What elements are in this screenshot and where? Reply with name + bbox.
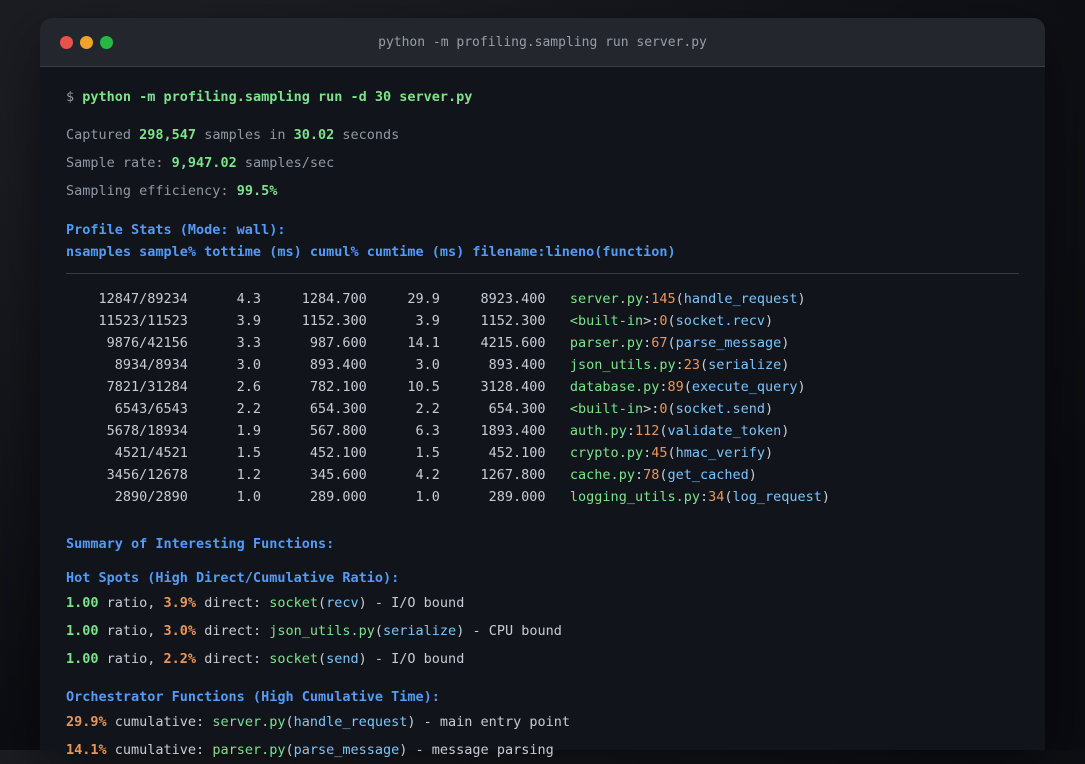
terminal-line: 7821/31284 2.6 782.100 10.5 3128.400 dat… bbox=[66, 379, 806, 395]
terminal-line: Orchestrator Functions (High Cumulative … bbox=[66, 689, 440, 705]
orchestrator-block: 29.9% cumulative: server.py(handle_reque… bbox=[66, 708, 1019, 764]
terminal-line: Profile Stats (Mode: wall): bbox=[66, 222, 286, 238]
terminal-line: $ python -m profiling.sampling run -d 30… bbox=[66, 89, 473, 105]
maximize-button[interactable] bbox=[100, 35, 113, 49]
terminal-line: Summary of Interesting Functions: bbox=[66, 536, 335, 552]
terminal-line: 9876/42156 3.3 987.600 14.1 4215.600 par… bbox=[66, 335, 790, 351]
terminal-line: 6543/6543 2.2 654.300 2.2 654.300 <built… bbox=[66, 401, 774, 417]
table-divider bbox=[66, 273, 1019, 274]
orchestrator-title-block: Orchestrator Functions (High Cumulative … bbox=[66, 686, 1019, 708]
terminal-line: Sampling efficiency: 99.5% bbox=[66, 183, 278, 199]
terminal-line: Sample rate: 9,947.02 samples/sec bbox=[66, 155, 335, 171]
terminal-line: nsamples sample% tottime (ms) cumul% cum… bbox=[66, 244, 676, 260]
terminal-line: 29.9% cumulative: server.py(handle_reque… bbox=[66, 714, 570, 730]
minimize-button[interactable] bbox=[80, 35, 93, 49]
terminal-line: 1.00 ratio, 3.9% direct: socket(recv) - … bbox=[66, 595, 465, 611]
terminal-line: 11523/11523 3.9 1152.300 3.9 1152.300 <b… bbox=[66, 313, 774, 329]
terminal-output[interactable]: $ python -m profiling.sampling run -d 30… bbox=[40, 67, 1045, 764]
window-titlebar: python -m profiling.sampling run server.… bbox=[40, 18, 1045, 67]
terminal-line: 1.00 ratio, 3.0% direct: json_utils.py(s… bbox=[66, 623, 562, 639]
window-title: python -m profiling.sampling run server.… bbox=[378, 34, 707, 50]
terminal-line: Captured 298,547 samples in 30.02 second… bbox=[66, 127, 400, 143]
terminal-line: Hot Spots (High Direct/Cumulative Ratio)… bbox=[66, 570, 400, 586]
traffic-lights bbox=[60, 18, 113, 66]
terminal-line: 8934/8934 3.0 893.400 3.0 893.400 json_u… bbox=[66, 357, 790, 373]
profile-stats-header-block: Profile Stats (Mode: wall): nsamples samp… bbox=[66, 219, 1019, 263]
terminal-line: 5678/18934 1.9 567.800 6.3 1893.400 auth… bbox=[66, 423, 790, 439]
terminal-line: 1.00 ratio, 2.2% direct: socket(send) - … bbox=[66, 651, 465, 667]
terminal-line: 12847/89234 4.3 1284.700 29.9 8923.400 s… bbox=[66, 291, 806, 307]
close-button[interactable] bbox=[60, 35, 73, 49]
terminal-line: 4521/4521 1.5 452.100 1.5 452.100 crypto… bbox=[66, 445, 774, 461]
summary-title-block: Summary of Interesting Functions: bbox=[66, 533, 1019, 555]
hot-spots-title-block: Hot Spots (High Direct/Cumulative Ratio)… bbox=[66, 567, 1019, 589]
capture-stats-block: Captured 298,547 samples in 30.02 second… bbox=[66, 121, 1019, 205]
terminal-line: 2890/2890 1.0 289.000 1.0 289.000 loggin… bbox=[66, 489, 831, 505]
terminal-window: python -m profiling.sampling run server.… bbox=[40, 18, 1045, 758]
terminal-line: 14.1% cumulative: parser.py(parse_messag… bbox=[66, 742, 554, 758]
terminal-line: 3456/12678 1.2 345.600 4.2 1267.800 cach… bbox=[66, 467, 757, 483]
profile-table-block: 12847/89234 4.3 1284.700 29.9 8923.400 s… bbox=[66, 288, 1019, 508]
command-line-block: $ python -m profiling.sampling run -d 30… bbox=[66, 87, 1019, 107]
hot-spots-block: 1.00 ratio, 3.9% direct: socket(recv) - … bbox=[66, 589, 1019, 673]
